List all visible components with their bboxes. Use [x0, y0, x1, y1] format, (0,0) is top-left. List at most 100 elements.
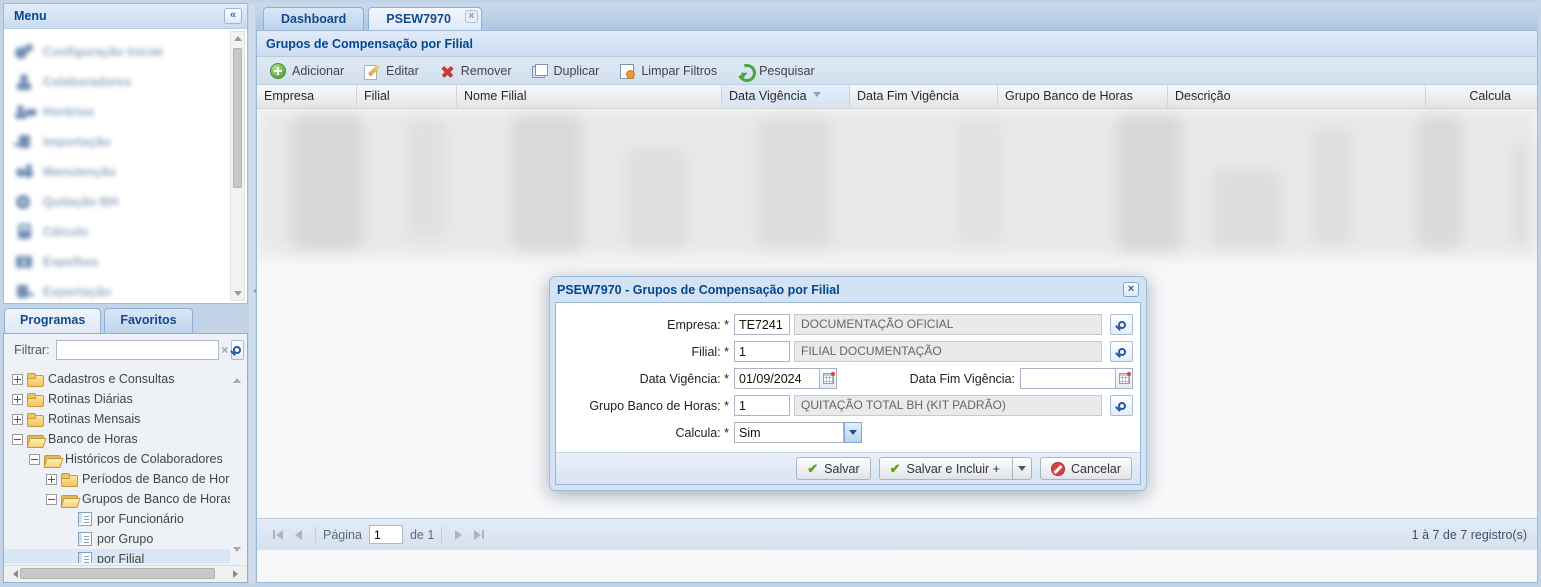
- column-header-filial[interactable]: Filial: [357, 85, 457, 108]
- tree-item-por-funcionario[interactable]: por Funcionário: [4, 509, 230, 529]
- sidebar-splitter[interactable]: [249, 3, 255, 583]
- filial-code-input[interactable]: [734, 341, 790, 362]
- tree-item-banco-de-horas[interactable]: Banco de Horas: [4, 429, 230, 449]
- tree-item-rotinas-diarias[interactable]: Rotinas Diárias: [4, 389, 230, 409]
- column-header-data-fim-vigencia[interactable]: Data Fim Vigência: [850, 85, 998, 108]
- menu-panel: Menu Configuração Inicial Colaboradores …: [3, 3, 248, 304]
- tab-programas[interactable]: Programas: [4, 308, 101, 333]
- collapse-icon[interactable]: [46, 494, 57, 505]
- tree-horizontal-scrollbar[interactable]: [5, 565, 246, 581]
- clear-filters-icon: [619, 63, 635, 79]
- expand-icon[interactable]: [12, 394, 23, 405]
- tree-item-grupos[interactable]: Grupos de Banco de Horas: [4, 489, 230, 509]
- column-header-empresa[interactable]: Empresa: [257, 85, 357, 108]
- tree-item-rotinas-mensais[interactable]: Rotinas Mensais: [4, 409, 230, 429]
- column-header-descricao[interactable]: Descrição: [1168, 85, 1426, 108]
- menu-item-configuracao[interactable]: Configuração Inicial: [14, 37, 227, 67]
- grupo-banco-horas-code-input[interactable]: [734, 395, 790, 416]
- duplicar-button[interactable]: Duplicar: [524, 60, 608, 82]
- magnifier-icon: [1118, 321, 1126, 329]
- scroll-left-icon[interactable]: [9, 570, 18, 578]
- expand-icon[interactable]: [12, 414, 23, 425]
- first-page-icon[interactable]: [273, 530, 283, 540]
- page-number-input[interactable]: [369, 525, 403, 544]
- dialog-titlebar[interactable]: PSEW7970 - Grupos de Compensação por Fil…: [550, 277, 1146, 302]
- salvar-e-incluir-button[interactable]: Salvar e Incluir +: [879, 457, 1032, 480]
- column-header-grupo-banco-horas[interactable]: Grupo Banco de Horas: [998, 85, 1168, 108]
- clock-icon: [14, 193, 34, 211]
- previous-page-icon[interactable]: [295, 530, 302, 540]
- editar-button[interactable]: Editar: [356, 60, 427, 82]
- pesquisar-button[interactable]: Pesquisar: [729, 60, 823, 82]
- menu-item-calculo[interactable]: Cálculo: [14, 217, 227, 247]
- cancelar-button[interactable]: Cancelar: [1040, 457, 1132, 480]
- program-icon: [78, 552, 92, 563]
- next-page-icon[interactable]: [455, 530, 462, 540]
- column-header-nome-filial[interactable]: Nome Filial: [457, 85, 722, 108]
- calcula-combobox[interactable]: [734, 422, 844, 443]
- menu-scrollbar[interactable]: [230, 31, 245, 301]
- tab-favoritos[interactable]: Favoritos: [104, 308, 192, 333]
- tree-item-por-filial[interactable]: por Filial: [4, 549, 230, 563]
- program-icon: [78, 512, 92, 526]
- data-fim-vigencia-input[interactable]: [1020, 368, 1116, 389]
- collapse-icon[interactable]: [12, 434, 23, 445]
- grid-toolbar: Adicionar Editar Remover Duplicar Limpar…: [257, 57, 1537, 85]
- empresa-lookup-button[interactable]: [1110, 314, 1133, 335]
- mirror-icon: [14, 253, 34, 271]
- scrollbar-thumb[interactable]: [20, 568, 215, 579]
- page-label: Página: [323, 528, 362, 542]
- data-fim-vigencia-calendar-button[interactable]: [1116, 368, 1133, 389]
- tree-item-por-grupo[interactable]: por Grupo: [4, 529, 230, 549]
- last-page-icon[interactable]: [474, 530, 484, 540]
- scrollbar-thumb[interactable]: [233, 48, 242, 188]
- combo-dropdown-button[interactable]: [844, 422, 862, 443]
- form-row-datas: Data Vigência: * Data Fim Vigência:: [556, 368, 1133, 389]
- menu-item-exportacao[interactable]: Exportação: [14, 277, 227, 303]
- tab-close-icon[interactable]: [465, 10, 478, 23]
- filter-clear-button[interactable]: [219, 340, 231, 360]
- split-dropdown-button[interactable]: [1012, 458, 1031, 479]
- scroll-down-icon[interactable]: [234, 291, 242, 296]
- data-vigencia-calendar-button[interactable]: [820, 368, 837, 389]
- scroll-right-icon[interactable]: [233, 570, 242, 578]
- salvar-button[interactable]: Salvar: [796, 457, 870, 480]
- scroll-down-icon[interactable]: [233, 547, 241, 556]
- expand-icon[interactable]: [12, 374, 23, 385]
- dialog-close-icon[interactable]: [1123, 282, 1139, 297]
- cancel-icon: [1051, 462, 1065, 476]
- programs-panel: Programas Favoritos Filtrar: Cadastros e…: [3, 308, 248, 583]
- tree-item-periodos[interactable]: Períodos de Banco de Horas: [4, 469, 230, 489]
- filial-lookup-button[interactable]: [1110, 341, 1133, 362]
- tab-dashboard[interactable]: Dashboard: [263, 7, 364, 30]
- menu-item-manutencao[interactable]: Manutenção: [14, 157, 227, 187]
- filter-label: Filtrar:: [4, 343, 56, 357]
- data-vigencia-input[interactable]: [734, 368, 820, 389]
- column-header-calcula[interactable]: Calcula: [1426, 85, 1537, 108]
- check-icon: [890, 461, 901, 477]
- tree-item-historicos[interactable]: Históricos de Colaboradores: [4, 449, 230, 469]
- remover-button[interactable]: Remover: [431, 60, 520, 82]
- menu-item-horarios[interactable]: Horários: [14, 97, 227, 127]
- magnifier-icon: [233, 346, 241, 354]
- filter-input[interactable]: [56, 340, 219, 360]
- menu-item-espelhos[interactable]: Espelhos: [14, 247, 227, 277]
- menu-item-quitacao-bh[interactable]: Quitação BH: [14, 187, 227, 217]
- filter-search-button[interactable]: [231, 340, 244, 360]
- empresa-code-input[interactable]: [734, 314, 790, 335]
- expand-icon[interactable]: [46, 474, 57, 485]
- tree-item-cadastros[interactable]: Cadastros e Consultas: [4, 369, 230, 389]
- menu-panel-title: Menu: [14, 9, 47, 23]
- scroll-up-icon[interactable]: [233, 374, 241, 383]
- limpar-filtros-button[interactable]: Limpar Filtros: [611, 60, 725, 82]
- column-header-data-vigencia[interactable]: Data Vigência: [722, 85, 850, 108]
- tab-psew7970[interactable]: PSEW7970: [368, 7, 482, 30]
- collapse-sidebar-icon[interactable]: [224, 8, 242, 24]
- adicionar-button[interactable]: Adicionar: [262, 60, 352, 82]
- menu-body: Configuração Inicial Colaboradores Horár…: [4, 29, 247, 303]
- grupo-banco-horas-lookup-button[interactable]: [1110, 395, 1133, 416]
- scroll-up-icon[interactable]: [234, 36, 242, 41]
- menu-item-colaboradores[interactable]: Colaboradores: [14, 67, 227, 97]
- menu-item-importacao[interactable]: Importação: [14, 127, 227, 157]
- collapse-icon[interactable]: [29, 454, 40, 465]
